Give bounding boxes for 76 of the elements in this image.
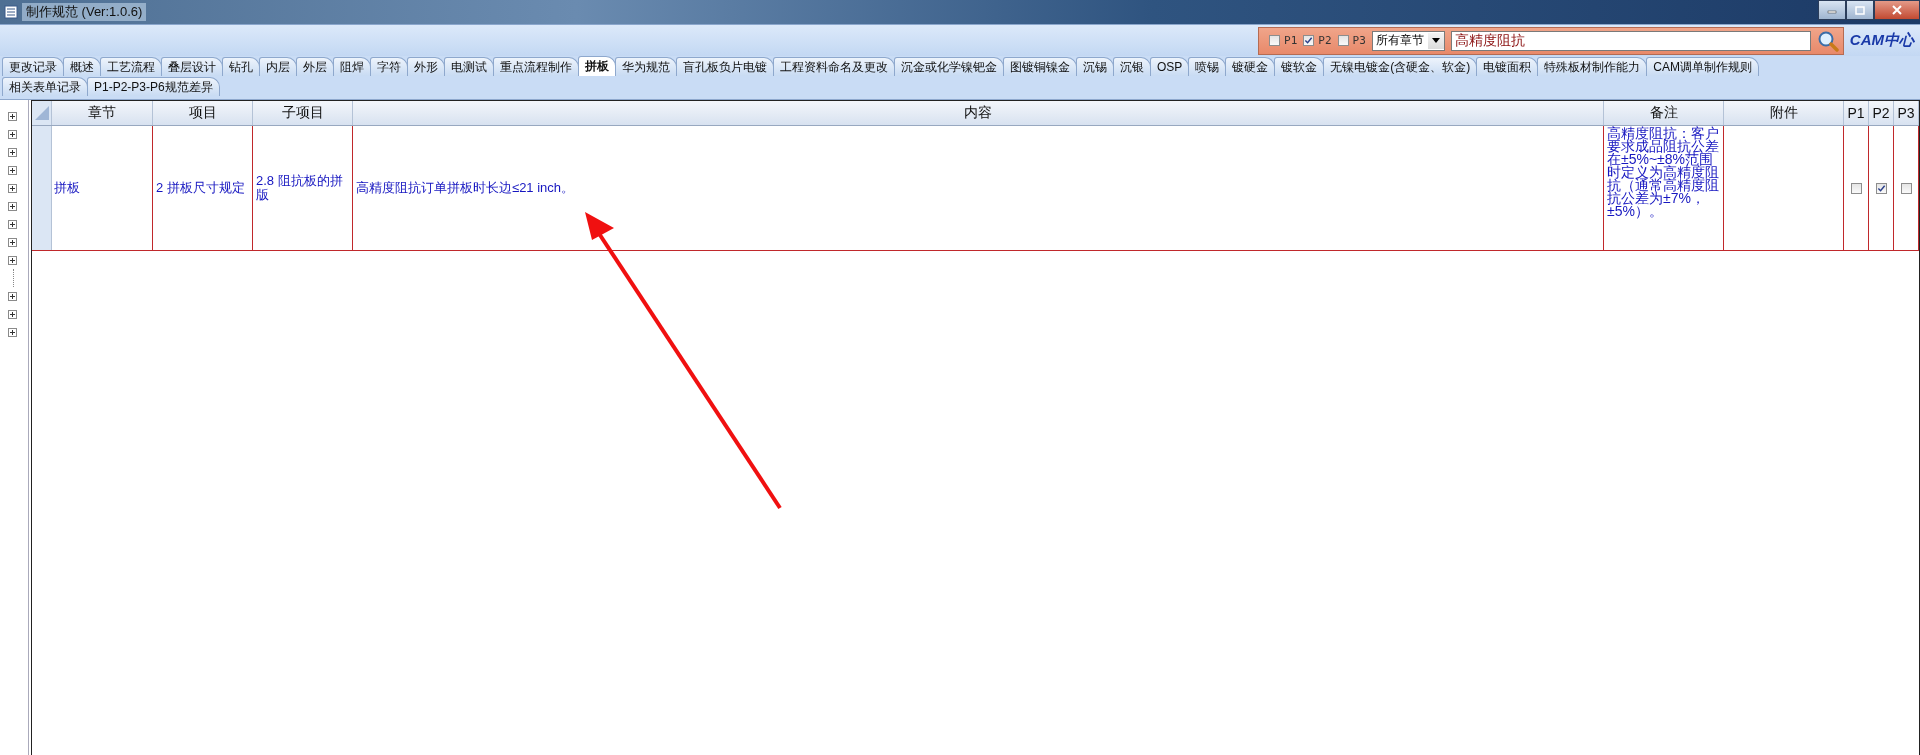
tab[interactable]: 图镀铜镍金 (1003, 57, 1077, 76)
tab[interactable]: 外层 (296, 57, 334, 76)
column-header: 备注 (1604, 101, 1724, 125)
caret-icon (1431, 38, 1440, 43)
expand-icon[interactable] (8, 129, 17, 139)
column-header: 项目 (153, 101, 253, 125)
tab[interactable]: 镀硬金 (1225, 57, 1276, 76)
table-cell: 高精度阻抗：客户要求成品阻抗公差在±5%~±8%范围时定义为高精度阻抗（通常高精度阻抗公差为±7%，±5%）。 (1604, 126, 1724, 250)
app-icon (4, 5, 18, 19)
expand-icon[interactable] (8, 255, 17, 265)
tab[interactable]: 沉金或化学镍钯金 (894, 57, 1004, 76)
logo: CAM中心 (1849, 31, 1914, 50)
tab[interactable]: 概述 (63, 57, 101, 76)
checkbox[interactable] (1337, 35, 1349, 46)
tab[interactable]: 相关表单记录 (2, 77, 88, 96)
expand-icon[interactable] (8, 219, 17, 229)
checkbox-label: P2 (1318, 34, 1332, 47)
tab[interactable]: P1-P2-P3-P6规范差异 (87, 77, 220, 96)
checkbox[interactable] (1875, 182, 1887, 194)
expand-icon[interactable] (8, 183, 17, 193)
maximize-button[interactable] (1846, 0, 1874, 20)
chapter-dropdown[interactable]: 所有章节 (1371, 30, 1445, 51)
minimize-button[interactable] (1818, 0, 1846, 20)
checkbox-label: P1 (1284, 34, 1298, 47)
tab[interactable]: 钻孔 (222, 57, 260, 76)
expand-icon[interactable] (8, 327, 17, 337)
tab[interactable]: 字符 (370, 57, 408, 76)
maximize-icon (1855, 5, 1865, 15)
tab[interactable]: 拼板 (578, 56, 616, 76)
checkbox-label: P3 (1352, 34, 1366, 47)
tab[interactable]: 重点流程制作 (493, 57, 579, 76)
column-header: 章节 (52, 101, 153, 125)
tab[interactable]: 无镍电镀金(含硬金、软金) (1323, 57, 1478, 76)
checkbox[interactable] (1303, 35, 1315, 46)
column-header: 附件 (1724, 101, 1844, 125)
column-header: 内容 (353, 101, 1604, 125)
search-icon[interactable] (1816, 29, 1839, 52)
tab[interactable]: 叠层设计 (161, 57, 223, 76)
tab[interactable]: 盲孔板负片电镀 (676, 57, 774, 76)
expand-icon[interactable] (8, 237, 17, 247)
table-cell: 2.8 阻抗板的拼版 (253, 126, 353, 250)
column-header: P2 (1869, 101, 1894, 125)
window-title: 制作规范 (Ver:1.0.6) (22, 3, 147, 21)
table-cell: 2 拼板尺寸规定 (153, 126, 253, 250)
search-field[interactable]: 高精度阻抗 (1450, 30, 1811, 51)
tab[interactable]: 电测试 (444, 57, 494, 76)
tab[interactable]: 更改记录 (2, 57, 64, 76)
expand-icon[interactable] (8, 291, 17, 301)
expand-icon[interactable] (8, 165, 17, 175)
checkbox[interactable] (1850, 182, 1862, 194)
tab[interactable]: 外形 (407, 57, 445, 76)
tab[interactable]: 特殊板材制作能力 (1537, 57, 1648, 76)
tab[interactable]: 华为规范 (615, 57, 677, 76)
tab[interactable]: 工艺流程 (100, 57, 162, 76)
tab[interactable]: OSP (1150, 57, 1190, 76)
close-button[interactable] (1874, 0, 1920, 20)
tab[interactable]: CAM调单制作规则 (1646, 57, 1759, 76)
tab[interactable]: 工程资料命名及更改 (773, 57, 895, 76)
column-header: P1 (1844, 101, 1869, 125)
expand-icon[interactable] (8, 309, 17, 319)
column-header: P3 (1894, 101, 1919, 125)
expand-icon[interactable] (8, 201, 17, 211)
tab[interactable]: 电镀面积 (1476, 57, 1539, 76)
column-header: 子项目 (253, 101, 353, 125)
expand-icon[interactable] (8, 111, 17, 121)
tab[interactable]: 内层 (259, 57, 297, 76)
expand-icon[interactable] (8, 147, 17, 157)
tab[interactable]: 喷锡 (1188, 57, 1227, 76)
close-icon (1892, 5, 1902, 15)
checkbox[interactable] (1900, 182, 1912, 194)
tab[interactable]: 镀软金 (1274, 57, 1325, 76)
tab[interactable]: 沉锡 (1076, 57, 1114, 76)
tab[interactable]: 沉银 (1113, 57, 1151, 76)
checkbox[interactable] (1269, 35, 1281, 46)
table-cell: 拼板 (52, 126, 153, 250)
tab[interactable]: 阻焊 (333, 57, 371, 76)
